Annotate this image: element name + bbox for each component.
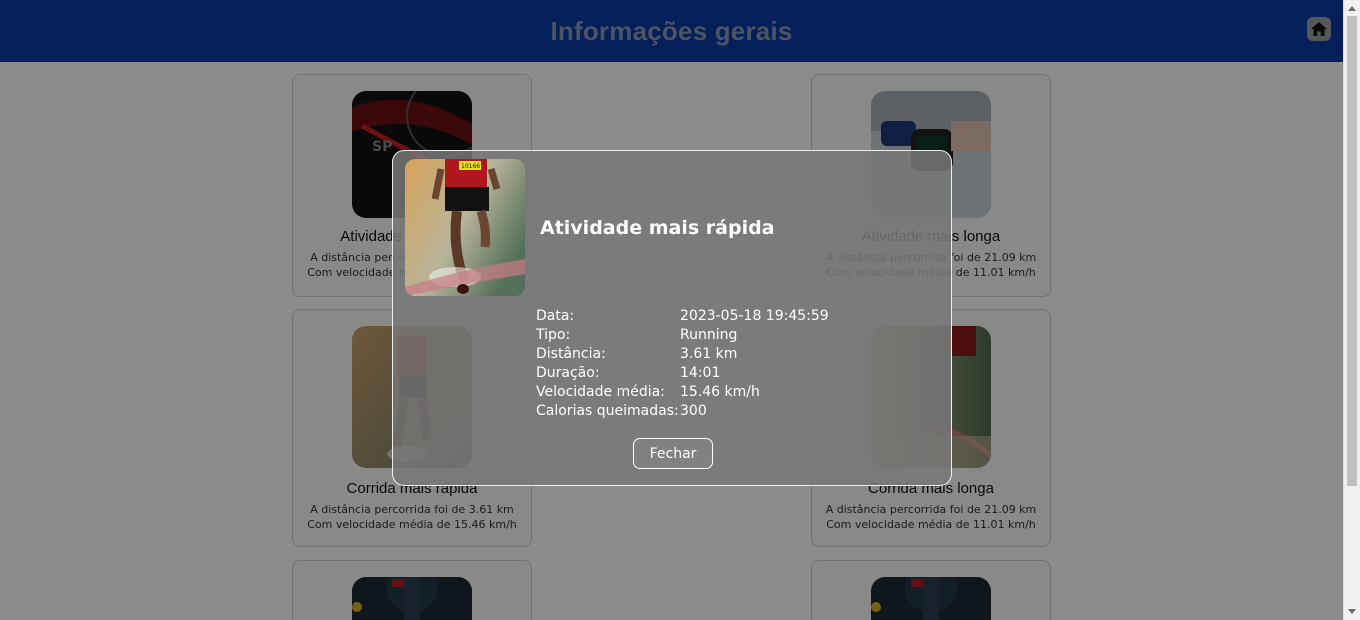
detail-value: Running bbox=[680, 327, 738, 343]
detail-label: Velocidade média: bbox=[536, 384, 665, 400]
close-button[interactable]: Fechar bbox=[633, 438, 713, 469]
vertical-scrollbar[interactable] bbox=[1343, 0, 1360, 620]
scroll-down-arrow-icon[interactable] bbox=[1348, 609, 1356, 614]
detail-label: Tipo: bbox=[536, 327, 571, 343]
scroll-up-arrow-icon[interactable] bbox=[1348, 6, 1356, 11]
activity-details-modal: 10166 Atividade mais rápida Data: 2023-0… bbox=[392, 150, 952, 486]
detail-value: 300 bbox=[680, 403, 707, 419]
detail-label: Calorias queimadas: bbox=[536, 403, 679, 419]
svg-text:10166: 10166 bbox=[461, 163, 480, 170]
detail-label: Distância: bbox=[536, 346, 606, 362]
detail-label: Duração: bbox=[536, 365, 600, 381]
detail-value: 15.46 km/h bbox=[680, 384, 760, 400]
detail-label: Data: bbox=[536, 308, 575, 324]
scrollbar-thumb[interactable] bbox=[1347, 16, 1357, 486]
detail-value: 14:01 bbox=[680, 365, 721, 381]
runner-image: 10166 bbox=[405, 159, 525, 296]
modal-title: Atividade mais rápida bbox=[540, 217, 775, 239]
detail-value: 3.61 km bbox=[680, 346, 738, 362]
detail-value: 2023-05-18 19:45:59 bbox=[680, 308, 829, 324]
